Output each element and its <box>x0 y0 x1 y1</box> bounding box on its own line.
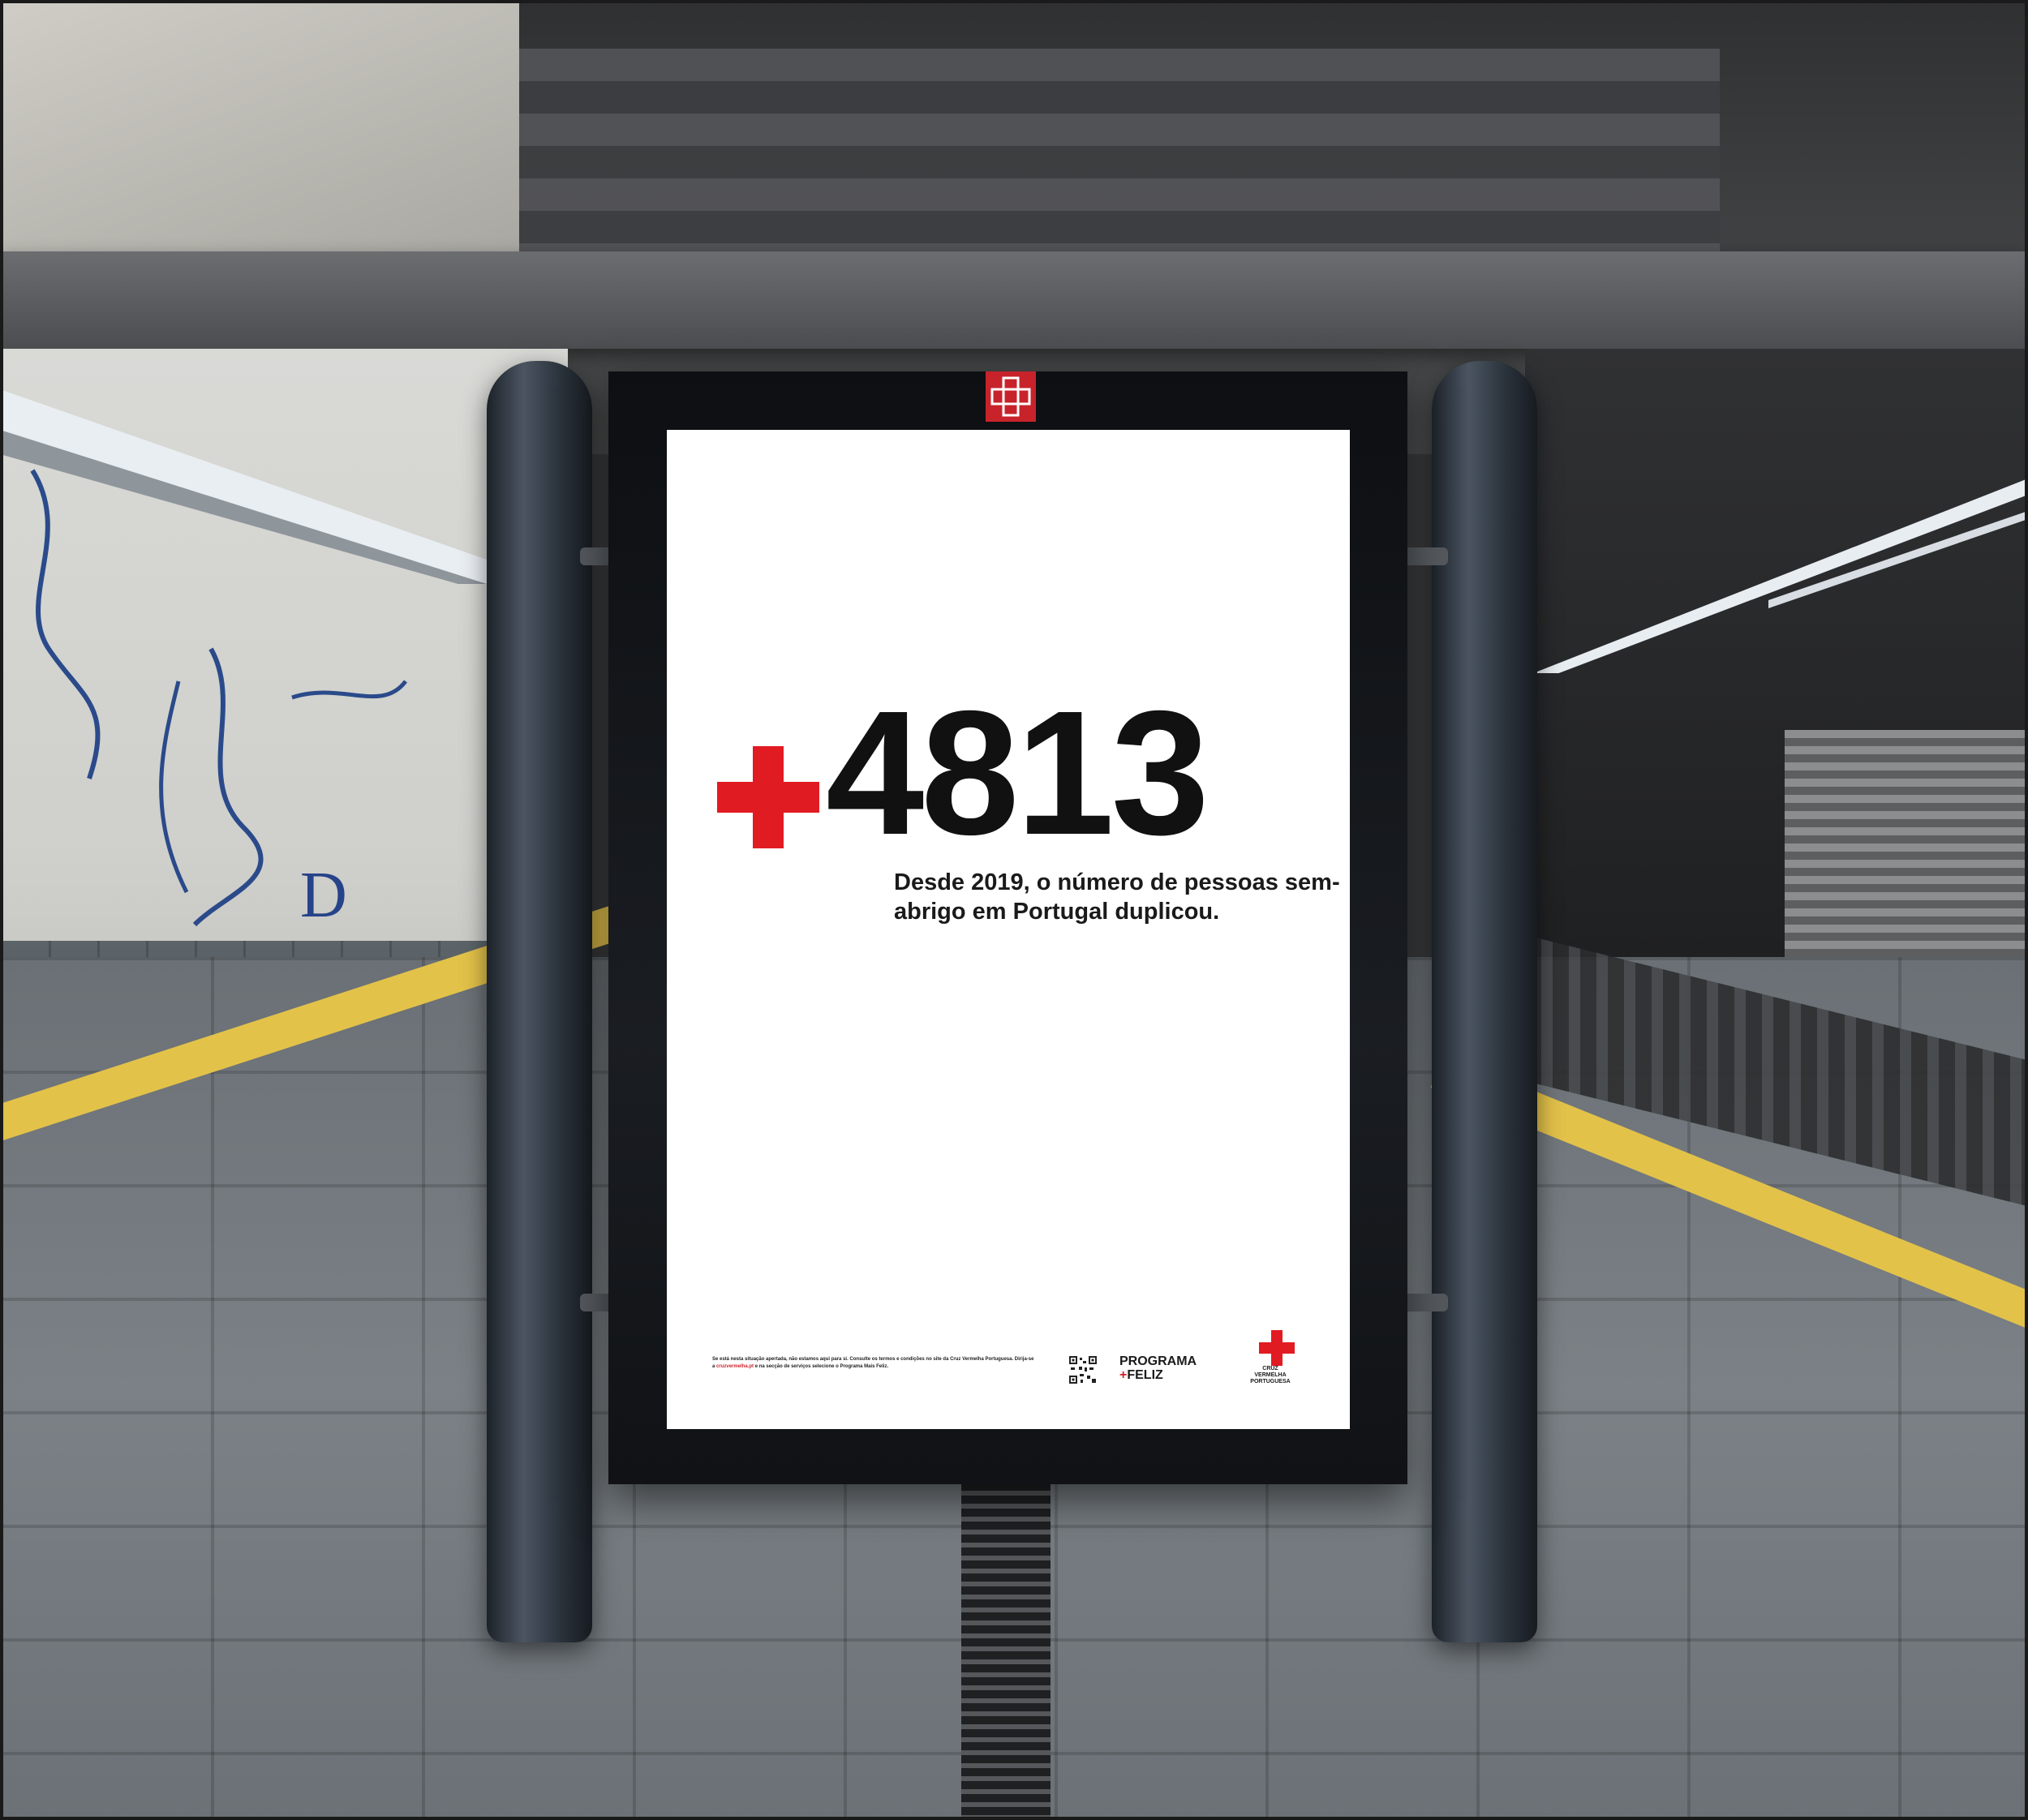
qr-code-icon <box>1069 1356 1097 1384</box>
poster-footer-text: Se está nesta situação apertada, não est… <box>712 1356 1037 1371</box>
headline-number: 4813 <box>826 675 1209 872</box>
mural-letter: D <box>300 860 347 931</box>
red-plus-icon <box>717 746 819 848</box>
left-ceiling-light <box>0 389 487 584</box>
programa-plus: + <box>1119 1368 1128 1382</box>
footer-text-part: e na secção de serviços selecione o Prog… <box>754 1364 889 1369</box>
programa-logo-line1: PROGRAMA <box>1119 1354 1197 1368</box>
red-cross-emblem-icon <box>986 371 1036 422</box>
poster <box>667 430 1350 1429</box>
organization-name: CRUZ VERMELHA PORTUGUESA <box>1250 1366 1291 1384</box>
right-ceiling-lights <box>1533 479 2028 673</box>
billboard-pillar-left <box>487 361 592 1642</box>
floor-drain-grate <box>961 1444 1051 1820</box>
programa-feliz-logo: PROGRAMA +FELIZ <box>1119 1354 1197 1382</box>
stairs <box>1785 730 2028 957</box>
programa-logo-line2: FELIZ <box>1127 1368 1163 1382</box>
red-cross-icon <box>1259 1330 1295 1366</box>
ceiling-slab <box>341 49 1720 251</box>
footer-link: cruzvermelha.pt <box>716 1364 754 1369</box>
ceiling-beam <box>0 251 2028 349</box>
poster-headline: Desde 2019, o número de pessoas sem-abri… <box>894 869 1340 925</box>
cruz-vermelha-logo: CRUZ VERMELHA PORTUGUESA <box>1233 1330 1308 1395</box>
left-wall-upper <box>0 0 519 251</box>
programa-logo-line2-wrap: +FELIZ <box>1119 1368 1197 1382</box>
